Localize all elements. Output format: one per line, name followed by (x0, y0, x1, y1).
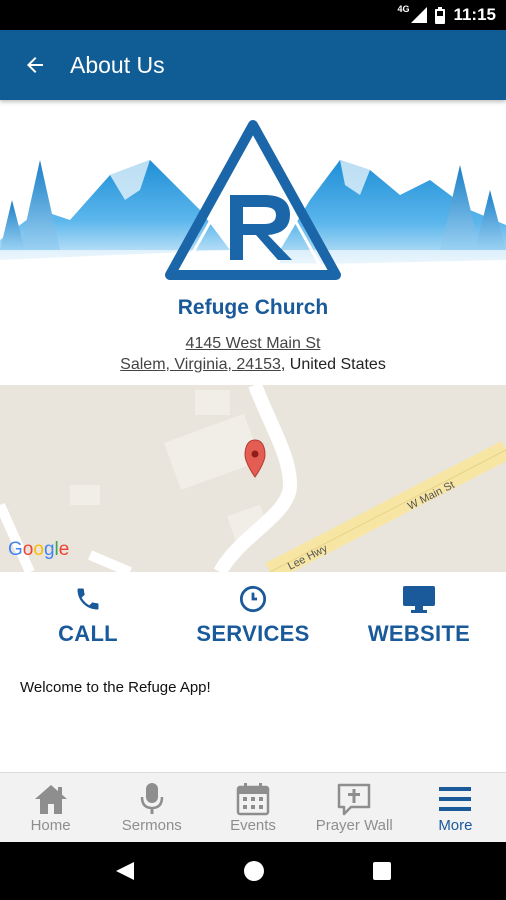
signal-icon (411, 7, 428, 23)
system-nav-bar (0, 842, 506, 900)
calendar-icon (236, 783, 270, 816)
back-button[interactable] (0, 30, 70, 100)
phone-icon (77, 588, 99, 610)
home-icon (34, 785, 67, 814)
website-button[interactable]: WEBSITE (358, 585, 480, 647)
call-button[interactable]: CALL (38, 585, 138, 647)
prayer-bubble-icon (337, 783, 371, 816)
nav-item-events[interactable]: Events (202, 773, 303, 842)
nav-label-prayer-wall: Prayer Wall (315, 817, 393, 834)
back-triangle-icon[interactable] (114, 860, 136, 882)
home-circle-icon[interactable] (243, 860, 265, 882)
nav-label-home: Home (30, 817, 71, 834)
services-button[interactable]: SERVICES (188, 585, 318, 647)
nav-item-prayer-wall[interactable]: Prayer Wall (304, 773, 405, 842)
nav-item-sermons[interactable]: Sermons (101, 773, 202, 842)
call-label: CALL (58, 621, 118, 646)
app-bar: About Us (0, 30, 506, 100)
arrow-left-icon (27, 57, 43, 73)
screen: 4G 11:15 About Us Refuge Church 4145 Wes… (0, 0, 506, 900)
microphone-icon (140, 783, 164, 814)
church-name: Refuge Church (177, 296, 329, 319)
nav-label-more: More (438, 817, 473, 834)
address-street-link[interactable]: 4145 West Main St (186, 335, 321, 352)
recents-square-icon[interactable] (372, 861, 392, 881)
battery-icon (435, 6, 446, 24)
page-title: About Us (70, 51, 165, 78)
nav-item-more[interactable]: More (405, 773, 506, 842)
clock-icon (239, 585, 267, 613)
status-time: 11:15 (453, 5, 496, 24)
church-address: 4145 West Main St Salem, Virginia, 24153… (0, 333, 506, 375)
nav-label-events: Events (230, 817, 276, 834)
church-banner-logo (0, 100, 506, 290)
welcome-text: Welcome to the Refuge App! (20, 679, 211, 696)
bottom-nav: Home Sermons Events Prayer Wall More (0, 772, 506, 842)
network-type: 4G (397, 4, 410, 14)
address-city-link[interactable]: Salem, Virginia, 24153 (120, 356, 281, 373)
website-label: WEBSITE (367, 621, 471, 646)
nav-item-home[interactable]: Home (0, 773, 101, 842)
google-logo: Google (8, 539, 70, 560)
services-label: SERVICES (196, 621, 310, 646)
status-bar: 4G 11:15 (0, 0, 506, 30)
location-map[interactable]: W Main St Lee Hwy Google (0, 385, 506, 572)
action-buttons: CALL SERVICES WEBSITE (0, 585, 506, 655)
nav-label-sermons: Sermons (121, 817, 182, 834)
menu-icon (439, 787, 472, 811)
monitor-icon (403, 586, 435, 613)
address-country: , United States (280, 356, 386, 373)
